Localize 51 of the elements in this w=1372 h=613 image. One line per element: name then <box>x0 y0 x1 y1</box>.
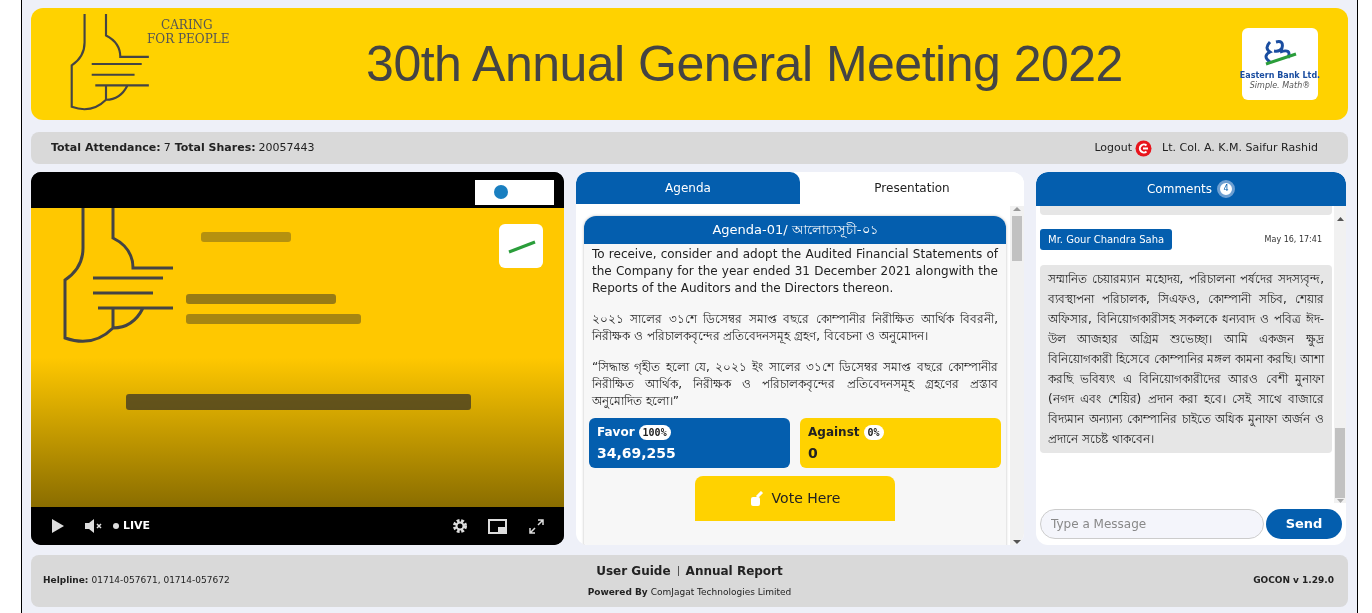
footer-link[interactable]: User Guide <box>596 562 671 581</box>
user-name: Lt. Col. A. K.M. Saifur Rashid <box>1162 139 1318 156</box>
bank-slogan: Simple. Math® <box>1249 80 1311 91</box>
scroll-down-icon[interactable] <box>1013 539 1021 545</box>
comment-text: সম্মানিত চেয়ারম্যান মহোদয়, পরিচালনা পর্ষদের সদস্যবৃন্দ, ব্যবস্থাপনা পরিচালক, সিএফও, কোম্পানী সচিব, শেয়ার অফিসার, বিনিয়োগকারীসহ সকলকে ধন্যবাদ ও পবিত্র ঈদ-উল আজহার অগ্রিম শুভেচ্ছা। আমি একজন ক্ষুদ্র বিনিয়োগকারী হিসেবে কোম্পানির মঙ্গল কামনা করছি। আশা করছি ভবিষ্যৎ এ বিনিয়োগকারীদের আরও বেশী মুনাফা (নগদ এবং শেয়ির) প্রদান করা হবে। সেই সাথে বাজারে বিদ্যমান অন্যান্য কোম্পানির চাইতে অধিক মুনাফা অর্জন ও প্রদানে সচেষ্ট থাকবেন। <box>1040 265 1332 453</box>
powered-by-label: Powered By <box>587 586 648 600</box>
logout-link[interactable]: Logout <box>1094 139 1153 157</box>
hand-icon <box>749 490 764 507</box>
live-indicator: LIVE <box>113 517 151 535</box>
tagline: FOR PEOPLE <box>147 32 231 46</box>
percent-badge: 100% <box>638 424 671 440</box>
settings-icon[interactable] <box>452 518 468 534</box>
vote-label: Favor <box>597 424 635 441</box>
play-icon[interactable] <box>51 518 65 534</box>
agenda-text: To receive, consider and adopt the Audited Financial Statements of the Company for the year ended 31 December 2021 alongwith the Reports of the Auditors and the Directors thereon. <box>591 246 1000 297</box>
bank-logo-icon <box>1262 37 1298 68</box>
agenda-text: ২০২১ সালের ৩১শে ডিসেম্বর সমাপ্ত বছরে কোম্পানীর নিরীক্ষিত আর্থিক বিবরনী, নিরীক্ষক ও পরিচালকবৃন্দের প্রতিবেদনসমূহ গ্রহণ, বিবেচনা ও অনুমোদন। <box>591 311 999 345</box>
mute-icon[interactable] <box>85 519 103 533</box>
scrollbar[interactable] <box>1334 206 1346 503</box>
attendance-value: 7 <box>163 139 171 156</box>
agenda-text: “সিদ্ধান্ত গৃহীত হলো যে, ২০২১ ইং সালের ৩১শে ডিসেম্বর সমাপ্ত বছরে কোম্পানীর নিরীক্ষিত আর্থিক, নিরীক্ষক ও পরিচালকবৃন্দের প্রতিবেদনসমূহ গ্রহণের প্রস্তাব অনুমোদিত হলো।” <box>591 359 999 410</box>
count-badge: 4 <box>1217 180 1235 198</box>
percent-badge: 0% <box>863 424 884 440</box>
comments-title: Comments <box>1146 181 1212 198</box>
fullscreen-icon[interactable] <box>529 518 544 534</box>
footer-link[interactable]: Annual Report <box>685 562 783 581</box>
helpline-label: Helpline: <box>43 574 89 588</box>
message-input[interactable]: Type a Message <box>1040 509 1264 539</box>
send-button[interactable]: Send <box>1266 509 1342 539</box>
version-label: GOCON v 1.29.0 <box>1253 574 1334 588</box>
author-label: Mr. Gour Chandra Saha <box>1040 229 1173 250</box>
vote-button[interactable]: Vote Here <box>695 476 895 521</box>
shares-value: 20057443 <box>258 139 315 156</box>
scrollbar-thumb[interactable] <box>1335 428 1345 498</box>
comment-time: May 16, 17:41 <box>1264 233 1322 246</box>
helpline-numbers: 01714-057671, 01714-057672 <box>91 574 230 588</box>
shares-label: Total Shares: <box>174 139 256 156</box>
tab[interactable]: Agenda <box>576 172 800 204</box>
agenda-title: Agenda-01/ আলোচ্যসূচী-০১ <box>584 216 1006 244</box>
tagline: CARING <box>161 18 214 32</box>
scrollbar-thumb[interactable] <box>1012 216 1022 261</box>
scroll-up-icon[interactable] <box>1336 216 1344 221</box>
vote-count: 34,69,255 <box>597 444 677 463</box>
attendance-label: Total Attendance: <box>51 139 161 156</box>
picture-in-picture-icon[interactable] <box>488 518 507 534</box>
vote-label: Against <box>808 424 860 441</box>
vote-count: 0 <box>808 444 819 463</box>
scrollbar[interactable] <box>1010 206 1024 545</box>
company-name: ComJagat Technologies Limited <box>650 586 792 600</box>
logout-icon <box>1135 139 1153 157</box>
page-title: 30th Annual General Meeting 2022 <box>365 34 1124 94</box>
